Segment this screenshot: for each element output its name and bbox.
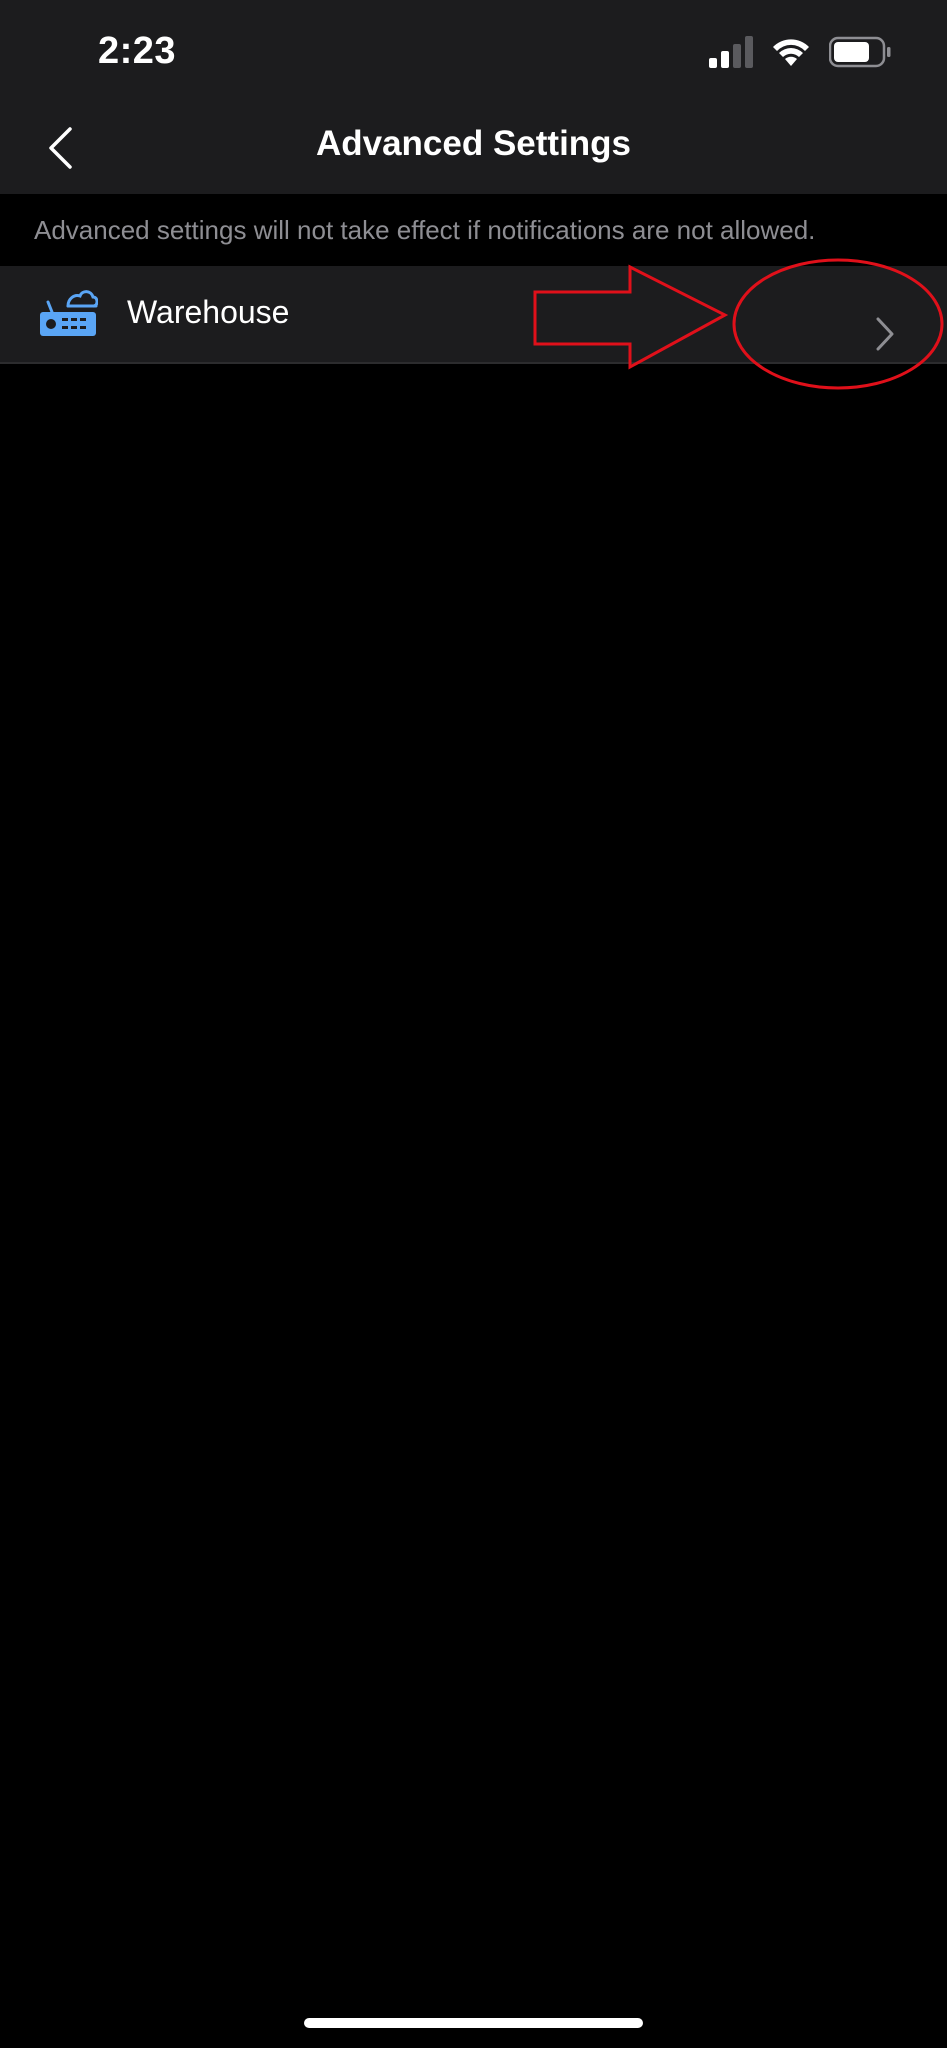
wifi-icon bbox=[771, 36, 811, 73]
page-title: Advanced Settings bbox=[315, 124, 632, 163]
home-indicator[interactable] bbox=[304, 2018, 643, 2028]
chevron-right-icon bbox=[872, 314, 898, 354]
cloud-recorder-icon bbox=[38, 288, 99, 340]
status-icons bbox=[709, 35, 891, 73]
app-screen: 2:23 Advanced Settings Advanced settings… bbox=[0, 0, 947, 2048]
navigation-bar: Advanced Settings bbox=[0, 104, 947, 194]
status-time: 2:23 bbox=[98, 30, 177, 72]
row-divider bbox=[0, 362, 947, 364]
status-bar: 2:23 bbox=[0, 0, 947, 104]
device-label: Warehouse bbox=[127, 294, 290, 330]
cellular-signal-icon bbox=[709, 35, 753, 73]
battery-icon bbox=[828, 36, 891, 73]
device-row-warehouse[interactable]: Warehouse bbox=[0, 266, 947, 362]
notifications-notice: Advanced settings will not take effect i… bbox=[0, 194, 947, 266]
